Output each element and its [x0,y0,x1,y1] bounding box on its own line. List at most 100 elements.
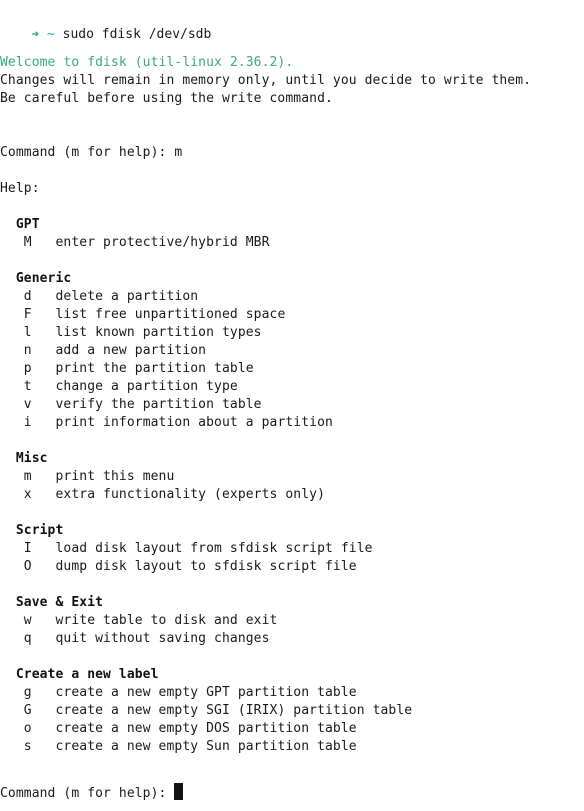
help-entry-indent [0,343,24,358]
help-entry-indent [0,613,24,628]
command-prompt-label-1: Command (m for help): [0,145,167,160]
help-entry-key: s [23,739,32,754]
prompt-space-2 [55,27,63,42]
help-entry-desc: add a new partition [55,343,207,358]
help-entry-desc: quit without saving changes [55,631,270,646]
help-entry-indent [0,469,24,484]
help-entry-gap [32,325,56,340]
help-entry-indent [0,739,24,754]
help-entry-gap [32,343,56,358]
terminal-window[interactable]: ➔ ~ sudo fdisk /dev/sdb Welcome to fdisk… [0,0,584,811]
help-entry-indent [0,235,24,250]
help-entry-gap [32,415,56,430]
help-entry-row: g create a new empty GPT partition table [0,684,584,702]
help-entry-row: m print this menu [0,468,584,486]
help-entry-key: q [23,631,32,646]
help-entry-key: o [23,721,32,736]
help-entry-indent [0,397,24,412]
help-section-title: Generic [0,271,72,286]
help-entry-key: t [23,379,32,394]
help-entry-row: i print information about a partition [0,414,584,432]
fdisk-welcome-line: Welcome to fdisk (util-linux 2.36.2). [0,55,294,70]
help-entry-indent [0,631,24,646]
help-label: Help: [0,181,40,196]
help-section-title: Create a new label [0,667,159,682]
help-section-spacer [0,252,584,270]
fdisk-intro-line-3: Be careful before using the write comman… [0,91,333,106]
help-entry-gap [32,379,56,394]
help-entry-gap [32,235,56,250]
command-prompt-with-m: Command (m for help): m [0,144,584,162]
help-entry-gap [32,307,56,322]
help-entry-indent [0,487,24,502]
entered-command-char: m [174,145,183,160]
help-entry-row: x extra functionality (experts only) [0,486,584,504]
help-section-spacer [0,576,584,594]
help-entry-desc: change a partition type [55,379,238,394]
help-entry-row: l list known partition types [0,324,584,342]
help-entry-gap [32,289,56,304]
help-entry-desc: print information about a partition [55,415,333,430]
help-entry-desc: load disk layout from sfdisk script file [55,541,373,556]
help-entry-desc: print the partition table [55,361,254,376]
help-entry-row: t change a partition type [0,378,584,396]
blank-line-1b [0,44,584,54]
help-entry-gap [32,721,56,736]
help-entry-row: v verify the partition table [0,396,584,414]
help-entry-indent [0,325,24,340]
help-entry-key: O [23,559,32,574]
help-entry-indent [0,559,24,574]
help-section-title: Script [0,523,64,538]
help-entry-indent [0,685,24,700]
help-entry-row: M enter protective/hybrid MBR [0,234,584,252]
help-section-title: Save & Exit [0,595,104,610]
help-entry-desc: extra functionality (experts only) [55,487,326,502]
help-sections-container: GPT M enter protective/hybrid MBR Generi… [0,216,584,756]
help-entry-key: l [23,325,32,340]
help-entry-desc: print this menu [55,469,175,484]
help-entry-gap [32,739,56,754]
blank-line-final-2 [0,774,584,783]
help-entry-row: I load disk layout from sfdisk script fi… [0,540,584,558]
help-entry-row: o create a new empty DOS partition table [0,720,584,738]
help-entry-desc: dump disk layout to sfdisk script file [55,559,357,574]
shell-command-text: sudo fdisk /dev/sdb [62,27,212,42]
help-entry-key: M [23,235,32,250]
help-entry-desc: delete a partition [55,289,199,304]
prompt-space-1 [39,27,47,42]
help-entry-indent [0,289,24,304]
help-section-title: GPT [0,217,40,232]
help-entry-indent [0,703,24,718]
help-entry-desc: create a new empty GPT partition table [55,685,357,700]
help-entry-indent [0,379,24,394]
help-entry-row: n add a new partition [0,342,584,360]
final-command-prompt-label: Command (m for help): [0,786,175,801]
help-entry-gap [32,703,56,718]
final-command-prompt-line[interactable]: Command (m for help): [0,783,584,801]
help-entry-desc: write table to disk and exit [55,613,278,628]
help-entry-key: F [23,307,32,322]
prompt-path: ~ [46,27,55,42]
help-entry-gap [32,541,56,556]
help-entry-key: G [23,703,32,718]
help-section-spacer [0,648,584,666]
help-entry-row: w write table to disk and exit [0,612,584,630]
help-entry-key: x [23,487,32,502]
help-entry-row: q quit without saving changes [0,630,584,648]
help-entry-row: d delete a partition [0,288,584,306]
top-spacer [0,0,584,8]
prompt-arrow-icon: ➔ [31,27,40,42]
help-entry-gap [32,397,56,412]
help-entry-indent [0,307,24,322]
help-entry-desc: create a new empty SGI (IRIX) partition … [55,703,413,718]
help-entry-row: p print the partition table [0,360,584,378]
help-section-spacer [0,432,584,450]
help-entry-key: I [23,541,32,556]
help-entry-desc: create a new empty Sun partition table [55,739,357,754]
help-entry-desc: enter protective/hybrid MBR [55,235,270,250]
block-cursor [174,783,184,800]
help-entry-desc: list free unpartitioned space [55,307,286,322]
